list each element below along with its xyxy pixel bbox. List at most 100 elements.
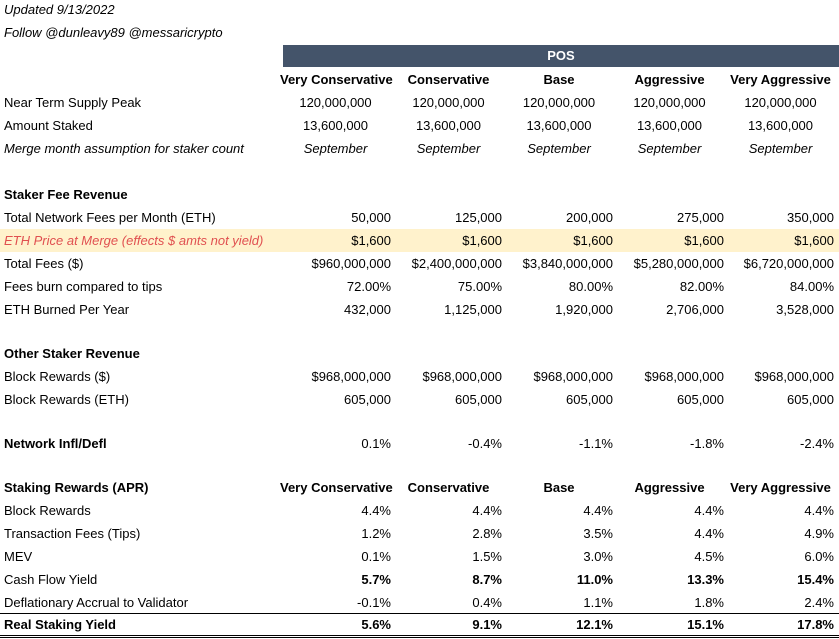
cell: 13,600,000 (415, 118, 482, 133)
row-label: ETH Burned Per Year (4, 302, 130, 317)
cell: 9.1% (472, 617, 502, 632)
cell: $3,840,000,000 (522, 256, 613, 271)
cell: 4.4% (361, 503, 391, 518)
row-label: Block Rewards (ETH) (4, 392, 129, 407)
cell: 605,000 (455, 392, 502, 407)
cell: 6.0% (804, 549, 834, 564)
section-title: Other Staker Revenue (4, 346, 140, 361)
cell: $2,400,000,000 (411, 256, 502, 271)
cell: 80.00% (568, 279, 613, 294)
cell: $5,280,000,000 (633, 256, 724, 271)
cell: 3,528,000 (776, 302, 834, 317)
cell: 17.8% (797, 617, 834, 632)
scenario-header: Aggressive (634, 480, 705, 495)
scenario-header: Base (543, 480, 575, 495)
table-row: Block Rewards (ETH) 605,000 605,000 605,… (0, 388, 839, 411)
cell: 605,000 (787, 392, 834, 407)
table-row: Fees burn compared to tips 72.00% 75.00%… (0, 275, 839, 298)
cell: 3.5% (583, 526, 613, 541)
cell: 5.7% (361, 572, 391, 587)
table-row: Total Network Fees per Month (ETH) 50,00… (0, 206, 839, 229)
scenario-header: Base (543, 72, 575, 87)
row-label: Network Infl/Defl (4, 436, 107, 451)
cell: 13.3% (687, 572, 724, 587)
cell: 120,000,000 (744, 95, 817, 110)
cell: 120,000,000 (522, 95, 596, 110)
updated-note: Updated 9/13/2022 (4, 2, 115, 17)
cell: 605,000 (677, 392, 724, 407)
scenario-header: Conservative (407, 72, 490, 87)
cell: 13,600,000 (302, 118, 369, 133)
cell: September (748, 141, 813, 156)
cell: 2,706,000 (666, 302, 724, 317)
row-label: Fees burn compared to tips (4, 279, 163, 294)
cell: -2.4% (800, 436, 834, 451)
cell: -0.4% (468, 436, 502, 451)
cell: $1,600 (794, 233, 834, 248)
cell: -1.8% (690, 436, 724, 451)
cell: $968,000,000 (422, 369, 502, 384)
cell: 2.8% (472, 526, 502, 541)
cell: 2.4% (804, 595, 834, 610)
table-row: Transaction Fees (Tips) 1.2% 2.8% 3.5% 4… (0, 522, 839, 545)
cell: 11.0% (576, 572, 613, 587)
table-row: Block Rewards 4.4% 4.4% 4.4% 4.4% 4.4% (0, 499, 839, 522)
scenario-header: Conservative (407, 480, 490, 495)
cell: 1.5% (472, 549, 502, 564)
scenario-header: Very Conservative (280, 72, 393, 87)
cell: 13,600,000 (636, 118, 703, 133)
cell: 120,000,000 (412, 95, 485, 110)
row-label: MEV (4, 549, 33, 564)
highlighted-row: ETH Price at Merge (effects $ amts not y… (0, 229, 839, 252)
cell: 1.1% (583, 595, 613, 610)
cell: 84.00% (789, 279, 834, 294)
cell: 120,000,000 (299, 95, 372, 110)
cell: 15.4% (797, 572, 834, 587)
cell: 82.00% (679, 279, 724, 294)
cell: 605,000 (344, 392, 391, 407)
cell: 13,600,000 (526, 118, 592, 133)
table-row: ETH Burned Per Year 432,000 1,125,000 1,… (0, 298, 839, 321)
section-title-row: Staker Fee Revenue (0, 183, 839, 206)
cell: 12.1% (576, 617, 613, 632)
cell: 1.8% (694, 595, 724, 610)
table-row: Near Term Supply Peak 120,000,000 120,00… (0, 91, 839, 114)
cell: 1.2% (361, 526, 391, 541)
section-title: Staking Rewards (APR) (4, 480, 149, 495)
cell: 4.4% (583, 503, 613, 518)
row-label: ETH Price at Merge (effects $ amts not y… (4, 233, 264, 248)
cell: 275,000 (677, 210, 724, 225)
pos-header: POS (283, 45, 839, 67)
cell: $6,720,000,000 (743, 256, 834, 271)
section-title-row: Staking Rewards (APR) Very Conservative … (0, 476, 839, 499)
cell: 4.4% (694, 526, 724, 541)
table-row: Amount Staked 13,600,000 13,600,000 13,6… (0, 114, 839, 137)
cell: 50,000 (351, 210, 391, 225)
scenario-header: Very Conservative (280, 480, 393, 495)
cell: 72.00% (346, 279, 391, 294)
cell: $1,600 (684, 233, 724, 248)
cell: $1,600 (573, 233, 613, 248)
cell: 4.9% (804, 526, 834, 541)
cell: 120,000,000 (633, 95, 706, 110)
cell: 605,000 (566, 392, 613, 407)
cell: $1,600 (351, 233, 391, 248)
table-row: MEV 0.1% 1.5% 3.0% 4.5% 6.0% (0, 545, 839, 568)
scenario-header: Aggressive (634, 72, 705, 87)
row-label: Near Term Supply Peak (4, 95, 142, 110)
table-row: Cash Flow Yield 5.7% 8.7% 11.0% 13.3% 15… (0, 568, 839, 591)
cell: $960,000,000 (311, 256, 391, 271)
cell: $968,000,000 (754, 369, 834, 384)
cell: 4.5% (694, 549, 724, 564)
cell: 4.4% (694, 503, 724, 518)
cell: 125,000 (455, 210, 502, 225)
cell: 4.4% (804, 503, 834, 518)
cell: $1,600 (462, 233, 502, 248)
cell: September (303, 141, 368, 156)
table-row: Block Rewards ($) $968,000,000 $968,000,… (0, 365, 839, 388)
cell: 0.4% (472, 595, 502, 610)
row-label: Transaction Fees (Tips) (4, 526, 141, 541)
row-label: Deflationary Accrual to Validator (4, 595, 189, 610)
cell: 4.4% (472, 503, 502, 518)
cell: 200,000 (566, 210, 613, 225)
